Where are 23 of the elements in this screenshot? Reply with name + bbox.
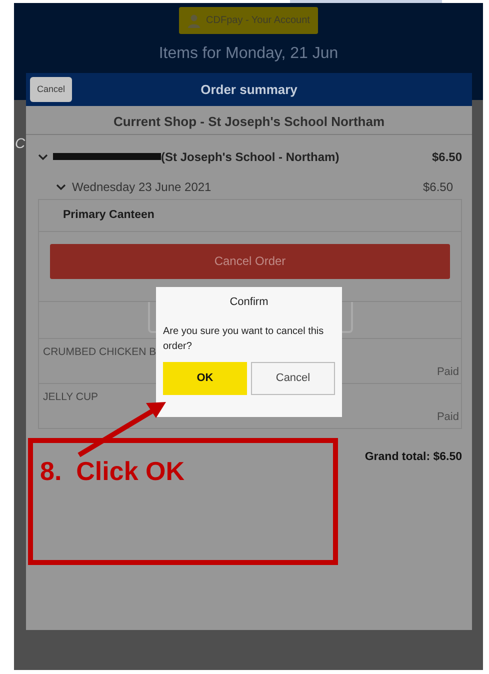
chevron-icon[interactable] [56, 182, 66, 192]
cancel-button[interactable]: Cancel [30, 76, 72, 102]
page-title: Items for Monday, 21 Jun [158, 44, 338, 64]
annotation-text: 8. Click OK [40, 455, 184, 488]
shop-title: Current Shop - St Joseph's School Northam [26, 106, 472, 134]
grand-total: Grand total: $6.50 [364, 450, 462, 466]
student-total: $6.50 [432, 148, 462, 166]
day-total: $6.50 [422, 178, 453, 196]
page-text: C [15, 134, 26, 153]
dialog-message: Are you sure you want to cancel this order? [163, 324, 325, 354]
student-school: (St Joseph's School - Northam) [161, 148, 340, 166]
modal-title: Order summary [200, 80, 298, 99]
item-name: CRUMBED CHICKEN B [43, 344, 156, 360]
order-date: Wednesday 23 June 2021 [72, 178, 212, 196]
item-name: JELLY CUP [43, 390, 98, 405]
cancel-button[interactable]: Cancel [251, 362, 335, 394]
ok-button[interactable]: OK [163, 362, 247, 394]
chevron-icon[interactable] [38, 152, 48, 162]
payment-status: Paid [436, 364, 460, 380]
person-icon [187, 14, 202, 28]
payment-status: Paid [436, 410, 460, 425]
canteen-name: Primary Canteen [62, 208, 156, 222]
dialog-title: Confirm [228, 295, 270, 310]
